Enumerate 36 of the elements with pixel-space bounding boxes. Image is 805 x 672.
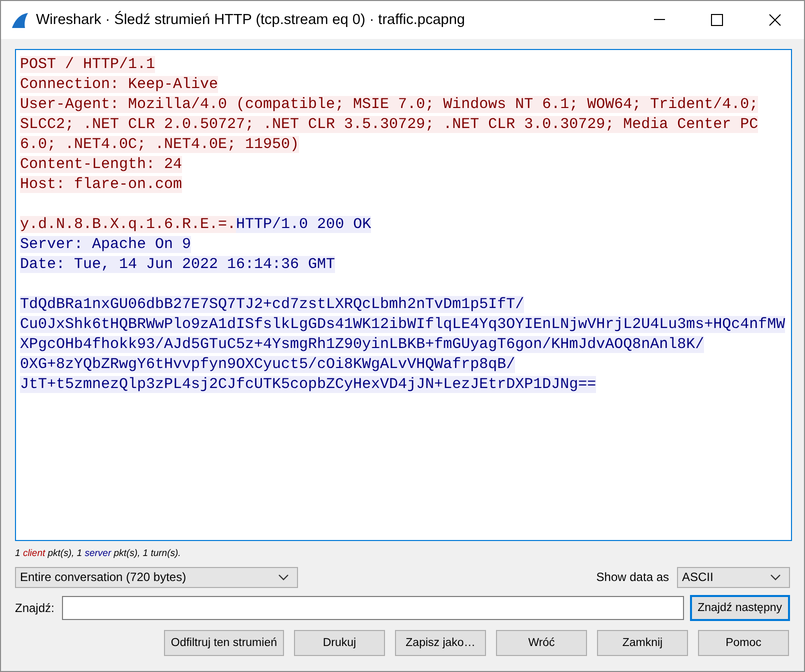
stream-text: Date: Tue, 14 Jun 2022 16:14:36 GMT (20, 256, 336, 273)
find-field[interactable] (62, 596, 684, 620)
find-next-button[interactable]: Znajdź następny (690, 595, 790, 621)
stream-text: Content-Length: 24 (20, 156, 182, 173)
stream-text: 6.0; .NET4.0C; .NET4.0E; 11950) (20, 136, 300, 153)
dialog-button[interactable]: Zamknij (597, 630, 688, 656)
dialog-button[interactable]: Wróć (496, 630, 587, 656)
dialog-button[interactable]: Odfiltruj ten strumień (164, 630, 284, 656)
fin-icon (11, 12, 29, 28)
dialog-button[interactable]: Zapisz jako… (395, 630, 486, 656)
stream-text: y.d.N.8.B.X.q.1.6.R.E.=. (20, 216, 236, 233)
caret-icon (278, 574, 289, 580)
stream-text: Host: flare-on.com (20, 176, 182, 193)
dialog-button[interactable]: Pomoc (698, 630, 789, 656)
caret-icon (770, 574, 781, 580)
stream-text: User-Agent: Mozilla/4.0 (compatible; MSIE 7.0; Windows NT 6.1; WOW64; Trident/4.0; (20, 96, 758, 113)
show-data-label: Show data as (596, 570, 669, 584)
show-data-dropdown[interactable]: ASCII (677, 566, 790, 588)
stream-text: 0XG+8zYQbZRwgY6tHvvpfyn9OXCyuct5/cOi8KWgALvVHQWafrp8qB/ (20, 356, 516, 373)
minimize-icon (654, 19, 664, 21)
stream-text: HTTP/1.0 200 OK (236, 216, 372, 233)
stream-text: TdQdBRa1nxGU06dbB27E7SQ7TJ2+cd7zstLXRQcLbmh2nTvDm1p5IfT/ (20, 296, 524, 313)
dialog-button[interactable]: Drukuj (294, 630, 385, 656)
stream-text: XPgcOHb4fhokk93/AJd5GTuC5z+4YsmgRh1Z90yinLBKB+fmGUyagT6gon/KHmJdvAOQ8nAnl8K/ (20, 336, 704, 353)
stream-text: SLCC2; .NET CLR 2.0.50727; .NET CLR 3.5.30729; .NET CLR 3.0.30729; Media Center PC (20, 116, 758, 133)
stream-text: POST / HTTP/1.1 (20, 56, 156, 73)
maximize-icon (711, 14, 723, 26)
find-label: Znajdź: (15, 601, 54, 615)
conversation-dropdown[interactable]: Entire conversation (720 bytes) (15, 566, 298, 588)
stream-text: Cu0JxShk6tHQBRWwPlo9zA1dISfslkLgGDs41WK12ibWIflqLE4Yq3OYIEnLNjwVHrjL2U4Lu3ms+HQc4nfMW (20, 316, 786, 333)
stream-text: Connection: Keep-Alive (20, 76, 218, 93)
window-title: Wireshark · Śledź strumień HTTP (tcp.stream eq 0) · traffic.pcapng (36, 12, 466, 28)
close-icon (769, 14, 781, 26)
packet-stats: 1 client pkt(s), 1 server pkt(s), 1 turn(s). (15, 548, 182, 559)
stream-text: Server: Apache On 9 (20, 236, 192, 253)
stream-text: JtT+t5zmnezQlp3zPL4sj2CJfcUTK5copbZCyHexVD4jJN+LezJEtrDXP1DJNg== (20, 376, 596, 393)
